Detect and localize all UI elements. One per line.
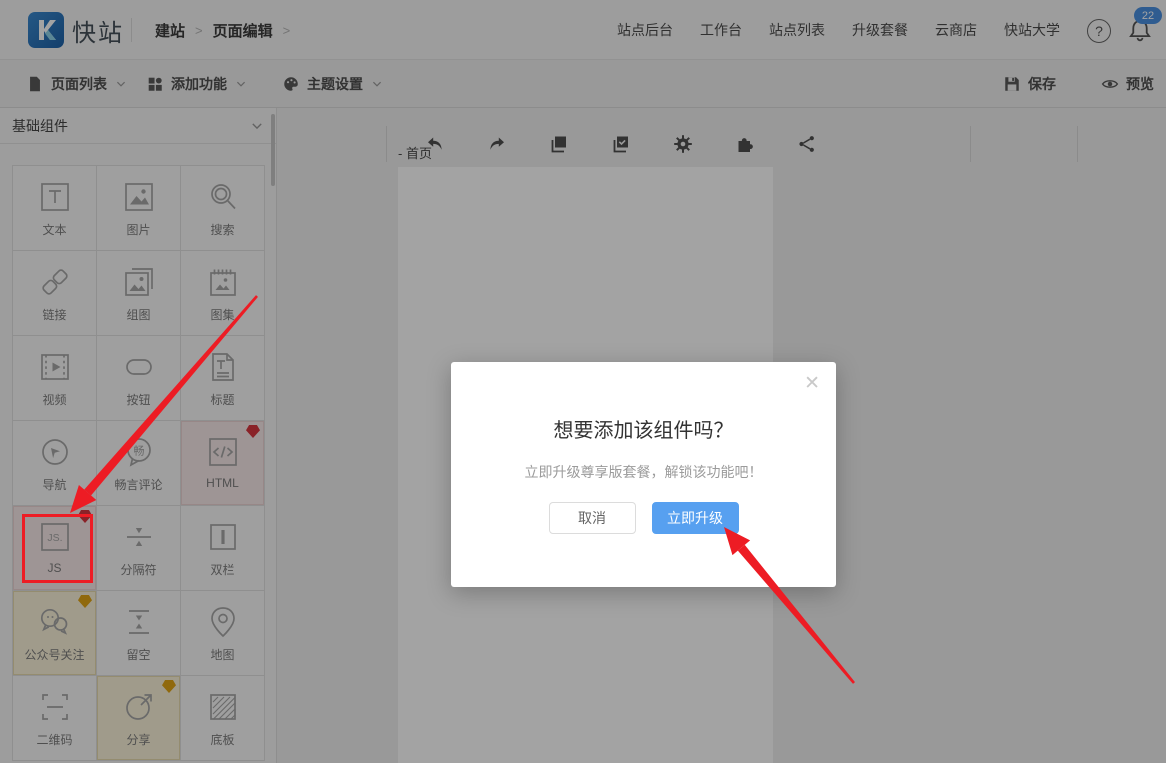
dialog-subtitle: 立即升级尊享版套餐，解锁该功能吧！	[451, 462, 836, 482]
upgrade-now-button[interactable]: 立即升级	[652, 502, 739, 534]
app-window: 快站 建站 > 页面编辑 > 站点后台工作台站点列表升级套餐云商店快站大学 ? …	[0, 0, 1166, 763]
dialog-title: 想要添加该组件吗？	[451, 414, 836, 443]
js-component-highlight	[22, 514, 93, 583]
cancel-button[interactable]: 取消	[549, 502, 636, 534]
dialog-buttons: 取消 立即升级	[451, 502, 836, 534]
close-icon[interactable]: ✕	[804, 374, 820, 393]
upgrade-dialog: ✕ 想要添加该组件吗？ 立即升级尊享版套餐，解锁该功能吧！ 取消 立即升级	[451, 362, 836, 587]
